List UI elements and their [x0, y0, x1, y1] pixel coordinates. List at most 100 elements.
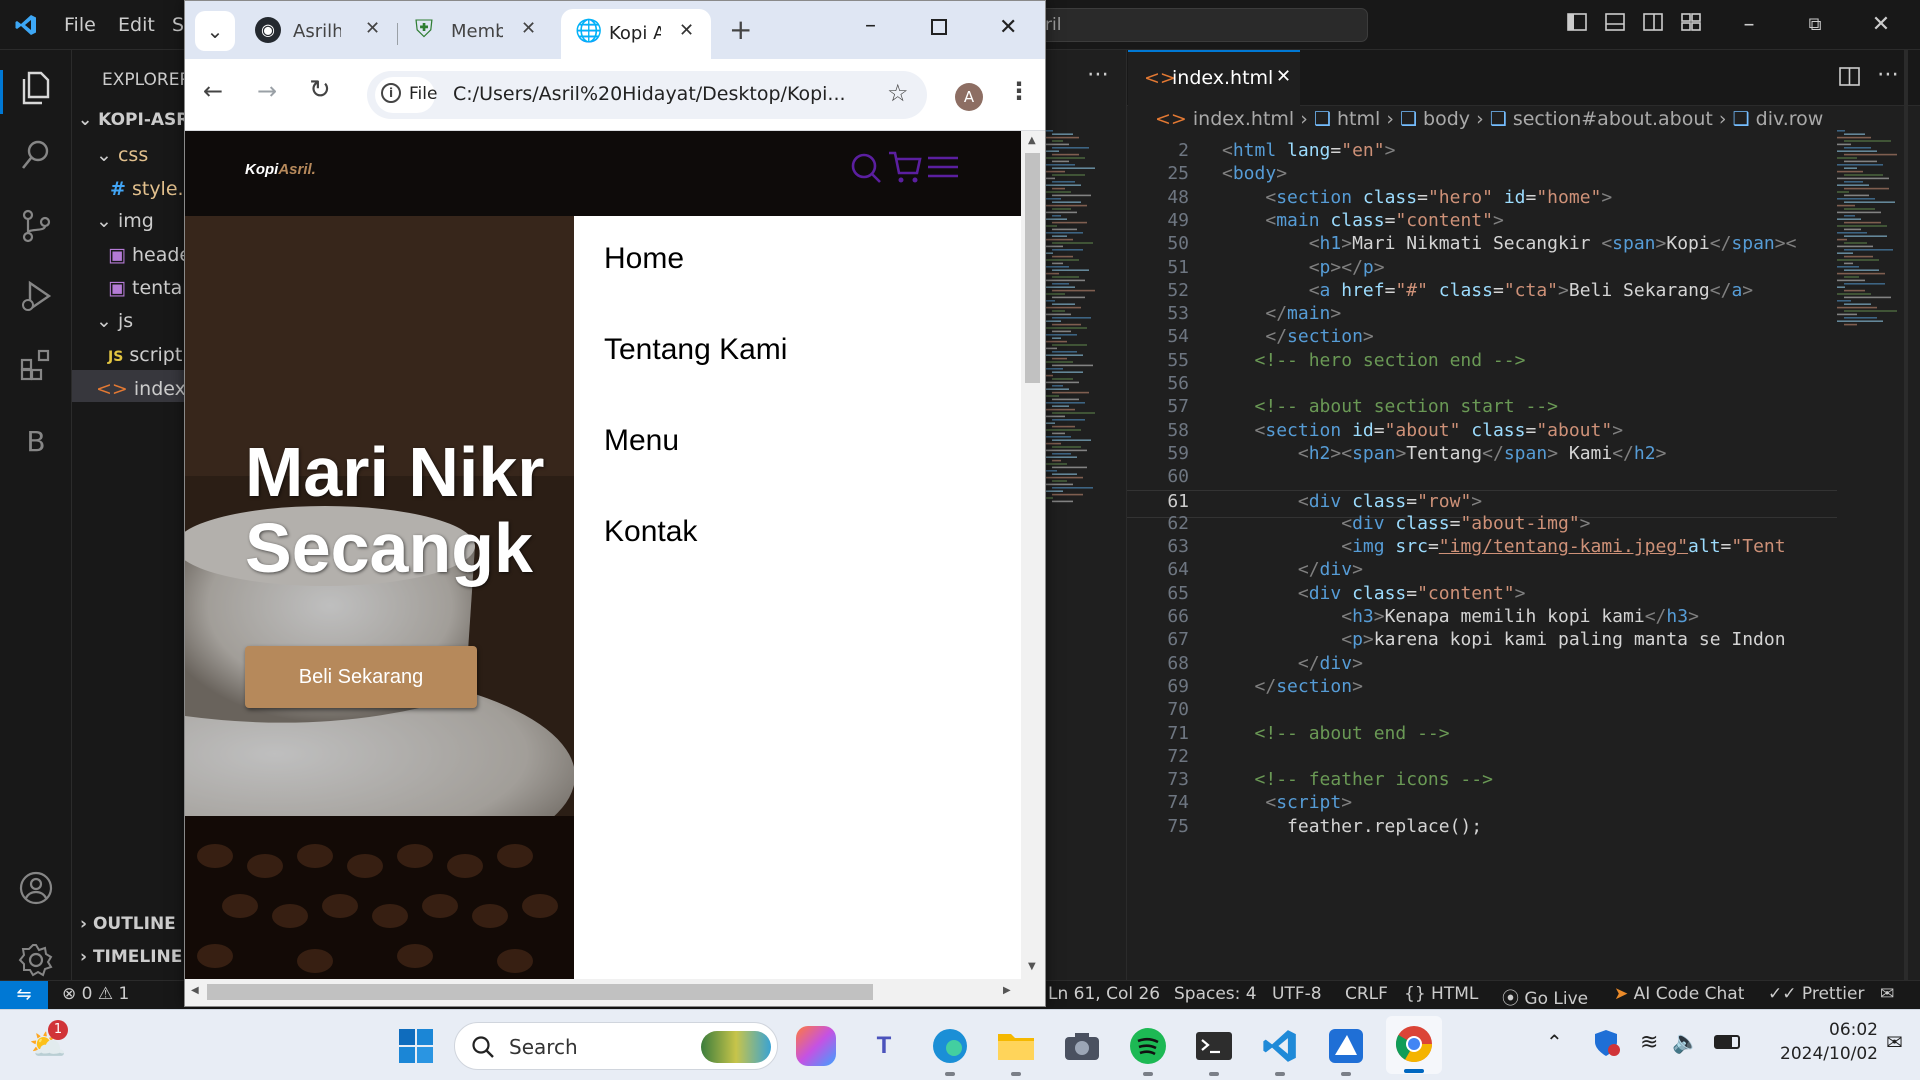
taskbar-search[interactable]: Search: [454, 1022, 778, 1070]
notifications-bell-icon[interactable]: ✉: [1880, 984, 1894, 1004]
breadcrumb-item[interactable]: html: [1337, 108, 1380, 130]
close-tab-icon[interactable]: ✕: [1276, 66, 1291, 87]
tree-folder-img[interactable]: ⌄ img: [96, 210, 154, 232]
toggle-primary-sidebar-icon[interactable]: [1564, 12, 1590, 38]
line-ending[interactable]: CRLF: [1345, 984, 1388, 1004]
breadcrumb-item[interactable]: div.row: [1756, 108, 1824, 130]
customize-layout-icon[interactable]: [1678, 12, 1704, 38]
minimize-icon[interactable]: –: [865, 13, 876, 38]
scroll-left-arrow-icon[interactable]: ◀: [191, 985, 199, 996]
spotify-icon[interactable]: [1126, 1024, 1170, 1068]
menu-kebab-icon[interactable]: ⋮: [1007, 77, 1031, 105]
tree-folder-css[interactable]: ⌄ css: [96, 144, 148, 166]
file-explorer-icon[interactable]: [994, 1024, 1038, 1068]
cart-icon[interactable]: [887, 149, 923, 189]
copilot-icon[interactable]: [796, 1026, 836, 1066]
tree-folder-js[interactable]: ⌄ js: [96, 310, 133, 332]
clock[interactable]: 06:02 2024/10/02: [1748, 1018, 1878, 1066]
battery-icon[interactable]: [1714, 1035, 1740, 1049]
problems-indicator[interactable]: ⊗ 0 ⚠ 1: [62, 984, 129, 1004]
scroll-right-arrow-icon[interactable]: ▶: [1003, 985, 1011, 996]
editor-scrollbar[interactable]: [1904, 50, 1908, 980]
horizontal-scrollbar[interactable]: ◀ ▶: [185, 979, 1045, 1006]
nav-link-home[interactable]: Home: [604, 242, 684, 276]
tree-file-header[interactable]: ▣ heade: [108, 244, 191, 266]
bootstrap-icon[interactable]: B: [14, 420, 58, 464]
encoding[interactable]: UTF-8: [1272, 984, 1322, 1004]
close-tab-icon[interactable]: ✕: [365, 18, 380, 39]
reload-icon[interactable]: ↻: [309, 75, 331, 105]
cursor-position[interactable]: Ln 61, Col 26: [1048, 984, 1160, 1004]
site-logo[interactable]: KopiAsril.: [245, 161, 316, 178]
restore-icon[interactable]: ⧉: [1802, 12, 1828, 38]
nav-link-kontak[interactable]: Kontak: [604, 515, 697, 549]
timeline-section[interactable]: › TIMELINE: [80, 947, 182, 967]
teams-icon[interactable]: T: [862, 1024, 906, 1068]
indentation[interactable]: Spaces: 4: [1174, 984, 1257, 1004]
tab-search-chevron-icon[interactable]: ⌄: [195, 11, 235, 51]
language-mode[interactable]: {} HTML: [1404, 984, 1478, 1004]
accounts-icon[interactable]: [14, 870, 58, 914]
menu-edit[interactable]: Edit: [118, 14, 155, 36]
cta-button[interactable]: Beli Sekarang: [245, 646, 477, 708]
browser-tab-kopi-active[interactable]: 🌐 Kopi A ✕: [561, 9, 711, 59]
tree-file-tentang[interactable]: ▣ tentar: [108, 277, 190, 299]
command-center[interactable]: ril: [1040, 8, 1368, 42]
chevron-up-icon[interactable]: ⌃: [1546, 1030, 1563, 1054]
scroll-thumb[interactable]: [207, 984, 873, 1000]
close-tab-icon[interactable]: ✕: [679, 20, 694, 41]
vscode-taskbar-icon[interactable]: [1258, 1024, 1302, 1068]
more-actions-icon[interactable]: ⋯: [1087, 62, 1109, 87]
ai-code-chat-button[interactable]: ➤ AI Code Chat: [1614, 984, 1744, 1004]
tree-file-style[interactable]: # style.c: [110, 178, 194, 200]
extensions-icon[interactable]: [14, 348, 58, 392]
minimize-icon[interactable]: –: [1736, 12, 1762, 38]
close-window-icon[interactable]: ✕: [999, 15, 1017, 40]
search-icon[interactable]: [14, 138, 58, 182]
close-icon[interactable]: ✕: [1868, 12, 1894, 38]
scroll-down-arrow-icon[interactable]: ▼: [1028, 961, 1036, 972]
volume-icon[interactable]: 🔈: [1672, 1030, 1699, 1055]
vertical-scrollbar[interactable]: ▲ ▼: [1021, 131, 1045, 979]
maximize-icon[interactable]: [931, 19, 947, 35]
menu-file[interactable]: File: [64, 14, 96, 36]
profile-avatar[interactable]: A: [955, 83, 983, 111]
explorer-files-icon[interactable]: [14, 70, 58, 114]
site-info-chip[interactable]: i File: [375, 77, 437, 113]
notification-center-icon[interactable]: ✉: [1886, 1030, 1903, 1054]
go-live-button[interactable]: ⦿ Go Live: [1502, 984, 1588, 1009]
breadcrumb-item[interactable]: body: [1423, 108, 1470, 130]
bookmark-star-icon[interactable]: ☆: [887, 79, 909, 107]
start-windows-icon[interactable]: [394, 1024, 438, 1068]
close-tab-icon[interactable]: ✕: [521, 18, 536, 39]
camera-icon[interactable]: [1060, 1024, 1104, 1068]
security-shield-icon[interactable]: [1592, 1028, 1620, 1062]
remote-icon[interactable]: ⇋: [0, 981, 48, 1010]
split-editor-icon[interactable]: [1839, 66, 1861, 92]
code-editor[interactable]: 2 <html lang="en"> 25 <body> 48 <section cla…: [1127, 140, 1837, 980]
search-icon[interactable]: [849, 151, 883, 189]
outline-section[interactable]: › OUTLINE: [80, 914, 176, 934]
toggle-secondary-sidebar-icon[interactable]: [1640, 12, 1666, 38]
more-actions-icon[interactable]: ⋯: [1877, 62, 1899, 87]
forward-arrow-icon[interactable]: →: [257, 77, 277, 105]
nav-link-tentang-kami[interactable]: Tentang Kami: [604, 333, 787, 367]
source-control-icon[interactable]: [14, 208, 58, 252]
prettier-button[interactable]: ✓✓ Prettier: [1768, 984, 1864, 1004]
breadcrumb-item[interactable]: index.html: [1193, 108, 1294, 130]
wifi-icon[interactable]: ≋: [1640, 1030, 1658, 1055]
toggle-panel-icon[interactable]: [1602, 12, 1628, 38]
hamburger-menu-icon[interactable]: [927, 153, 959, 185]
tree-file-script[interactable]: JS script.: [108, 344, 188, 366]
address-bar[interactable]: i File C:/Users/Asril%20Hidayat/Desktop/…: [367, 71, 927, 119]
new-tab-icon[interactable]: +: [729, 13, 752, 46]
tree-root[interactable]: ⌄ KOPI-ASRI: [78, 110, 196, 130]
tree-file-index[interactable]: <> index.h: [72, 370, 204, 402]
code-line[interactable]: 75 feather.replace();: [1127, 816, 1837, 844]
back-arrow-icon[interactable]: ←: [203, 77, 223, 105]
app-icon[interactable]: [1324, 1024, 1368, 1068]
nav-link-menu[interactable]: Menu: [604, 424, 679, 458]
chrome-taskbar-active[interactable]: [1386, 1016, 1442, 1074]
run-debug-icon[interactable]: [14, 278, 58, 322]
terminal-icon[interactable]: [1192, 1024, 1236, 1068]
